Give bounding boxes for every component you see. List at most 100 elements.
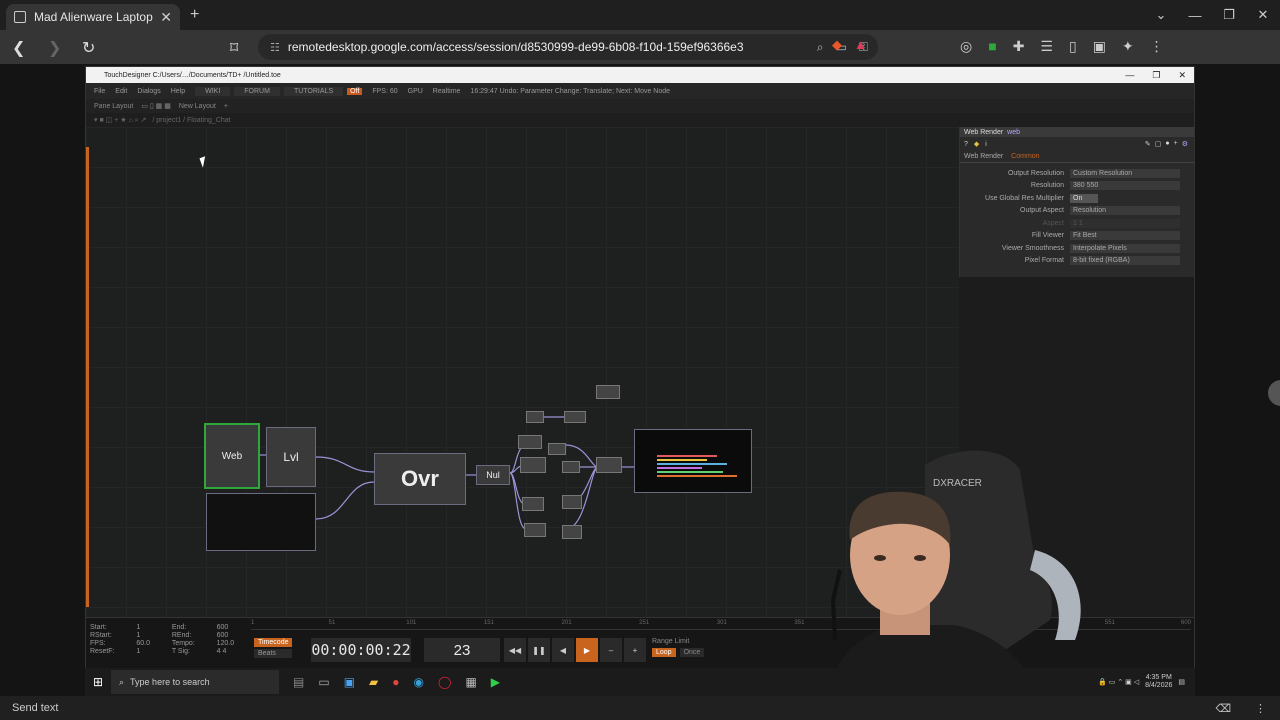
chop-node[interactable] [526, 411, 544, 423]
close-window-button[interactable]: ✕ [1246, 7, 1280, 23]
chop-node[interactable] [564, 411, 586, 423]
td-minimize-button[interactable]: — [1125, 70, 1134, 81]
taskbar-search[interactable]: ⌕ Type here to search [111, 670, 279, 694]
opera-icon[interactable]: ◯ [438, 675, 451, 689]
param-dropdown[interactable]: Fit Best [1070, 231, 1180, 241]
tab-common[interactable]: Common [1011, 153, 1039, 160]
param-field[interactable]: 380 550 [1070, 181, 1180, 191]
text-node[interactable] [562, 461, 580, 473]
info-icon[interactable]: i [985, 141, 987, 148]
brave-rewards-icon[interactable]: ▲ [854, 37, 867, 53]
op-name[interactable]: web [1007, 129, 1020, 136]
text-node[interactable] [562, 525, 582, 539]
bookmark-icon[interactable]: ⌑ [230, 38, 238, 58]
td-close-button[interactable]: ✕ [1178, 70, 1186, 81]
task-view-icon[interactable]: ▤ [293, 675, 304, 689]
touchdesigner-app-icon[interactable]: ▦ [465, 675, 476, 689]
param-dropdown[interactable]: 8-bit fixed (RGBA) [1070, 256, 1180, 266]
info-value[interactable]: 1 [136, 632, 165, 639]
forward-icon[interactable]: ❯ [48, 38, 61, 58]
timecode-tab[interactable]: Timecode [254, 638, 293, 647]
info-value[interactable]: 600 [217, 632, 250, 639]
reload-icon[interactable]: ↻ [82, 38, 95, 58]
param-field[interactable]: 1 1 [1070, 218, 1180, 228]
remote-side-panel-handle[interactable] [1268, 380, 1280, 406]
reading-list-icon[interactable]: ☰ [1040, 38, 1053, 55]
windows-start-icon[interactable]: ⊞ [85, 675, 111, 689]
tab-search-icon[interactable]: ⌄ [1144, 7, 1178, 23]
browser-tab[interactable]: Mad Alienware Laptop ✕ [6, 4, 180, 30]
side-panel-icon[interactable]: ▯ [1069, 38, 1077, 55]
network-path[interactable]: / project1 / Floating_Chat [152, 117, 230, 124]
text-node[interactable] [522, 497, 544, 511]
text-node[interactable] [518, 435, 542, 449]
settings-icon[interactable]: ⚙ [1182, 140, 1188, 148]
store-icon[interactable]: ▣ [344, 675, 355, 689]
empty-preview-node[interactable] [206, 493, 316, 551]
extensions-puzzle-icon[interactable]: ✚ [1013, 38, 1025, 55]
info-value[interactable]: 120.0 [217, 640, 250, 647]
text-node[interactable] [548, 443, 566, 455]
menu-kebab-icon[interactable]: ⋮ [1150, 38, 1164, 55]
over-node[interactable]: Ovr [374, 453, 466, 505]
chat-preview-node[interactable] [634, 429, 752, 493]
taskbar-clock[interactable]: 4:35 PM 8/4/2026 [1145, 674, 1172, 690]
send-text-button[interactable]: Send text [12, 702, 58, 714]
info-value[interactable]: 60.0 [136, 640, 165, 647]
new-tab-button[interactable]: + [190, 6, 199, 24]
chrome-icon[interactable]: ● [392, 675, 399, 689]
floating-node[interactable] [596, 385, 620, 399]
restore-button[interactable]: ❐ [1212, 7, 1246, 23]
minimize-button[interactable]: — [1178, 8, 1212, 23]
loop-toggle[interactable]: Loop [652, 648, 676, 657]
text-node[interactable] [524, 523, 546, 537]
off-badge[interactable]: Off [347, 87, 363, 95]
edit-icon[interactable]: ✎ [1145, 140, 1151, 148]
info-value[interactable]: 4 4 [217, 648, 250, 655]
notifications-icon[interactable]: ▤ [1178, 678, 1185, 686]
file-explorer-icon[interactable]: ▭ [318, 675, 329, 689]
info-value[interactable]: 600 [217, 624, 250, 631]
text-node[interactable] [562, 495, 582, 509]
color-icon[interactable]: ● [1165, 140, 1169, 148]
null-node[interactable]: Nul [476, 465, 510, 485]
terminal-app-icon[interactable]: ▶ [491, 675, 500, 689]
python-icon[interactable]: ◆ [974, 140, 979, 148]
timecode-display[interactable]: 00:00:00:22 [311, 638, 411, 662]
edge-icon[interactable]: ◉ [414, 675, 424, 689]
frame-display[interactable]: 23 [424, 638, 500, 662]
keyboard-icon[interactable]: ⌫ [1215, 702, 1231, 715]
web-render-node[interactable]: Web [204, 423, 260, 489]
menu-help[interactable]: Help [171, 88, 185, 95]
add-icon[interactable]: + [1174, 140, 1178, 148]
menu-file[interactable]: File [94, 88, 105, 95]
pane-tool-icons[interactable]: ▾ ■ ◫ + ★ ⌂ ⌕ ↗ [94, 116, 146, 125]
step-minus-icon[interactable]: – [600, 638, 622, 662]
step-plus-icon[interactable]: + [624, 638, 646, 662]
level-node[interactable]: Lvl [266, 427, 316, 487]
tab-web-render[interactable]: Web Render [964, 153, 1003, 160]
realtime-toggle[interactable]: Realtime [433, 88, 461, 95]
menu-tutorials[interactable]: TUTORIALS [283, 86, 344, 96]
info-value[interactable]: 1 [136, 648, 165, 655]
tab-close-icon[interactable]: ✕ [160, 9, 172, 26]
info-value[interactable]: 1 [136, 624, 165, 631]
menu-wiki[interactable]: WIKI [195, 86, 231, 96]
tray-icons[interactable]: 🔒 ▭ ⌃ ▣ ◁ [1098, 678, 1139, 686]
menu-edit[interactable]: Edit [115, 88, 127, 95]
back-icon[interactable]: ❮ [12, 38, 25, 58]
beats-tab[interactable]: Beats [254, 649, 293, 658]
help-icon[interactable]: ? [964, 141, 968, 148]
pause-icon[interactable]: ❚❚ [528, 638, 550, 662]
zoom-icon[interactable]: ⌕ [817, 40, 824, 55]
more-options-icon[interactable]: ⋮ [1255, 702, 1266, 715]
new-layout-button[interactable]: New Layout [179, 103, 216, 110]
site-info-icon[interactable]: ☷ [270, 41, 280, 54]
comment-icon[interactable]: ▢ [1155, 140, 1162, 148]
leo-ai-icon[interactable]: ✦ [1122, 38, 1134, 55]
param-dropdown[interactable]: Custom Resolution [1070, 168, 1180, 178]
td-maximize-button[interactable]: ❐ [1152, 70, 1160, 81]
add-layout-icon[interactable]: + [224, 103, 228, 110]
pane-layout-icons[interactable]: ▭ ▯ ▦ ▦ [141, 102, 171, 110]
folder-icon[interactable]: ▰ [369, 675, 378, 689]
